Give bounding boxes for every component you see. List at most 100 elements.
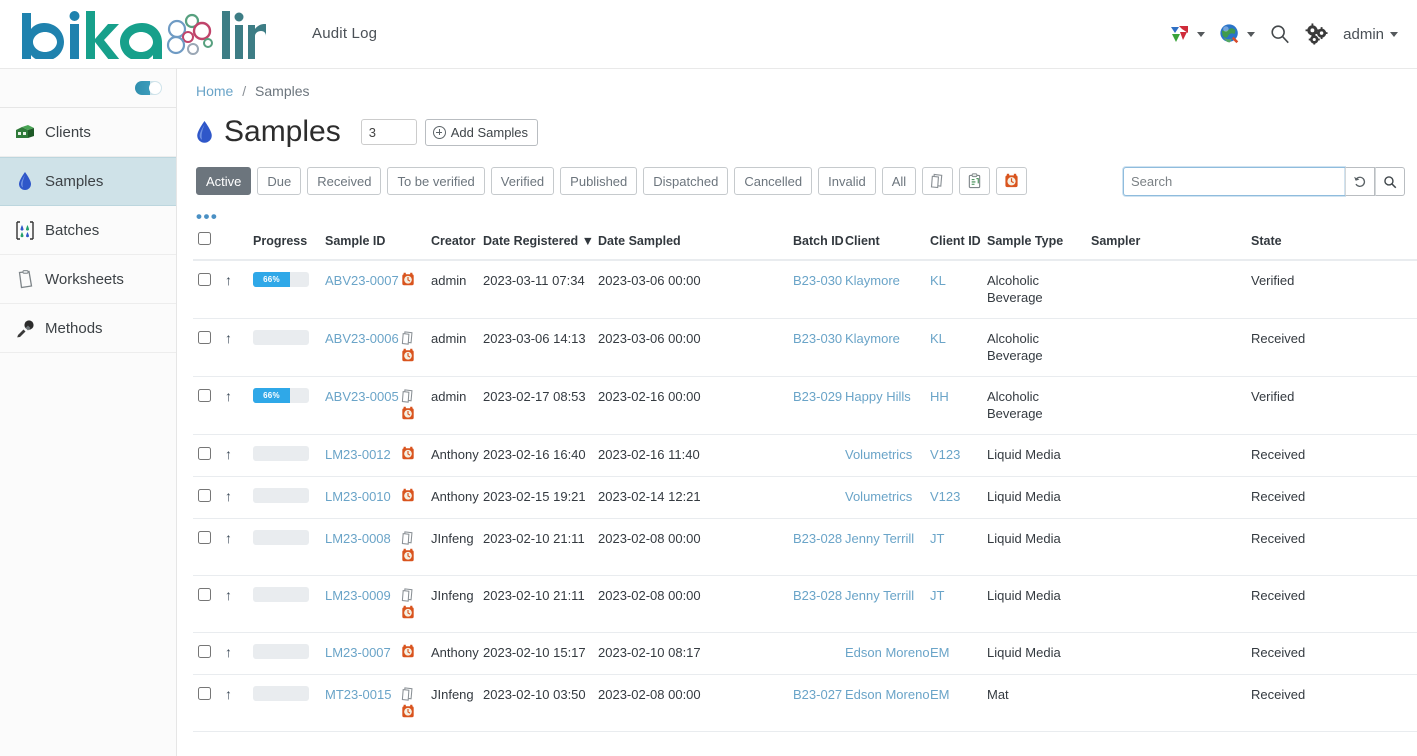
- table-row[interactable]: ↑ LM23-0007 Anthony 2023-02-10 15:17 2023-02…: [193, 632, 1417, 675]
- table-row[interactable]: ↑ 66% ABV23-0005 admin 2023-02-17 08:53 2023-…: [193, 376, 1417, 435]
- late-samples-button[interactable]: [996, 167, 1028, 195]
- column-header-sample-type[interactable]: Sample Type: [987, 231, 1091, 261]
- settings-gears-button[interactable]: [1298, 14, 1336, 54]
- row-icons-cell: [401, 518, 431, 576]
- row-select-checkbox[interactable]: [198, 389, 211, 402]
- client-link[interactable]: Volumetrics: [845, 447, 912, 462]
- row-select-checkbox[interactable]: [198, 447, 211, 460]
- clipboard-button[interactable]: [959, 167, 991, 195]
- batch-id-link[interactable]: B23-030: [793, 331, 842, 346]
- column-header-date-sampled[interactable]: Date Sampled: [598, 231, 793, 261]
- client-link[interactable]: Happy Hills: [845, 389, 911, 404]
- sidebar-item-worksheets[interactable]: Worksheets: [0, 255, 176, 304]
- client-link[interactable]: Volumetrics: [845, 489, 912, 504]
- column-header-sample-id[interactable]: Sample ID: [325, 231, 401, 261]
- sample-id-link[interactable]: LM23-0010: [325, 489, 391, 504]
- client-id-link[interactable]: EM: [930, 687, 950, 702]
- sample-id-link[interactable]: LM23-0008: [325, 531, 391, 546]
- bika-lims-logo[interactable]: [16, 5, 266, 63]
- batch-id-link[interactable]: B23-028: [793, 531, 842, 546]
- client-link[interactable]: Jenny Terrill: [845, 531, 914, 546]
- table-header-row: Progress Sample ID Creator Date Register…: [193, 231, 1417, 261]
- table-row[interactable]: ↑ LM23-0012 Anthony 2023-02-16 16:40 2023-02…: [193, 434, 1417, 477]
- search-input[interactable]: [1122, 166, 1346, 197]
- filter-tab-dispatched[interactable]: Dispatched: [643, 167, 729, 195]
- client-link[interactable]: Klaymore: [845, 273, 900, 288]
- client-id-link[interactable]: V123: [930, 447, 960, 462]
- sidebar-item-batches[interactable]: Batches: [0, 206, 176, 255]
- client-link[interactable]: Jenny Terrill: [845, 588, 914, 603]
- client-link[interactable]: Edson Moreno: [845, 687, 930, 702]
- row-select-checkbox[interactable]: [198, 273, 211, 286]
- toggle-columns-button[interactable]: •••: [196, 208, 1417, 225]
- client-id-link[interactable]: V123: [930, 489, 960, 504]
- row-select-checkbox[interactable]: [198, 531, 211, 544]
- breadcrumb-home-link[interactable]: Home: [196, 83, 233, 99]
- batch-id-link[interactable]: B23-027: [793, 687, 842, 702]
- print-copy-button[interactable]: [922, 167, 954, 195]
- filter-tab-cancelled[interactable]: Cancelled: [734, 167, 813, 195]
- row-select-checkbox[interactable]: [198, 331, 211, 344]
- filter-tab-due[interactable]: Due: [257, 167, 302, 195]
- sample-id-link[interactable]: ABV23-0006: [325, 331, 399, 346]
- add-samples-button[interactable]: Add Samples: [424, 118, 539, 146]
- filter-tab-verified[interactable]: Verified: [490, 167, 555, 195]
- client-link[interactable]: Klaymore: [845, 331, 900, 346]
- select-all-checkbox[interactable]: [198, 232, 211, 245]
- sample-id-link[interactable]: MT23-0015: [325, 687, 391, 702]
- row-select-checkbox[interactable]: [198, 645, 211, 658]
- client-id-link[interactable]: KL: [930, 331, 946, 346]
- table-row[interactable]: ↑ LM23-0010 Anthony 2023-02-15 19:21 2023-02…: [193, 476, 1417, 519]
- client-id-link[interactable]: EM: [930, 645, 950, 660]
- table-row[interactable]: ↑ MT23-0015 JInfeng 2023-02-10 03:50 2023-02…: [193, 674, 1417, 732]
- row-client-id-cell: EM: [930, 632, 987, 675]
- column-header-state[interactable]: State: [1251, 231, 1417, 261]
- audit-log-link[interactable]: Audit Log: [312, 25, 377, 42]
- column-header-creator[interactable]: Creator: [431, 231, 483, 261]
- filter-tab-all[interactable]: All: [881, 167, 917, 195]
- client-id-link[interactable]: JT: [930, 588, 944, 603]
- language-menu[interactable]: [1212, 14, 1262, 54]
- row-select-cell: [193, 318, 225, 377]
- table-row[interactable]: ↑ ABV23-0006 admin 2023-03-06 14:13 2023-03-…: [193, 318, 1417, 377]
- sample-id-link[interactable]: ABV23-0007: [325, 273, 399, 288]
- row-select-checkbox[interactable]: [198, 687, 211, 700]
- batch-id-link[interactable]: B23-030: [793, 273, 842, 288]
- row-select-checkbox[interactable]: [198, 489, 211, 502]
- sidebar-item-samples[interactable]: Samples: [0, 157, 176, 206]
- sample-id-link[interactable]: ABV23-0005: [325, 389, 399, 404]
- sample-count-input[interactable]: [360, 119, 417, 145]
- global-search-button[interactable]: [1262, 14, 1298, 54]
- filter-tab-invalid[interactable]: Invalid: [818, 167, 876, 195]
- column-header-client[interactable]: Client: [845, 231, 930, 261]
- batch-id-link[interactable]: B23-029: [793, 389, 842, 404]
- column-header-batch-id[interactable]: Batch ID: [793, 231, 845, 261]
- row-select-checkbox[interactable]: [198, 588, 211, 601]
- client-id-link[interactable]: KL: [930, 273, 946, 288]
- client-id-link[interactable]: HH: [930, 389, 949, 404]
- sync-arrows-menu[interactable]: [1162, 14, 1212, 54]
- table-row[interactable]: ↑ LM23-0008 JInfeng 2023-02-10 21:11 2023-02…: [193, 518, 1417, 576]
- client-link[interactable]: Edson Moreno: [845, 645, 930, 660]
- column-header-progress[interactable]: Progress: [253, 231, 325, 261]
- column-header-client-id[interactable]: Client ID: [930, 231, 987, 261]
- sample-id-link[interactable]: LM23-0012: [325, 447, 391, 462]
- batch-id-link[interactable]: B23-028: [793, 588, 842, 603]
- column-header-sampler[interactable]: Sampler: [1091, 231, 1251, 261]
- filter-tab-active[interactable]: Active: [196, 167, 252, 195]
- search-reset-button[interactable]: [1345, 167, 1375, 196]
- sidebar-item-clients[interactable]: Clients: [0, 108, 176, 157]
- sidebar-item-methods[interactable]: Methods: [0, 304, 176, 353]
- sidebar-collapse-toggle[interactable]: [135, 81, 162, 95]
- filter-tab-received[interactable]: Received: [307, 167, 382, 195]
- sample-id-link[interactable]: LM23-0007: [325, 645, 391, 660]
- search-submit-button[interactable]: [1375, 167, 1405, 196]
- filter-tab-to-be-verified[interactable]: To be verified: [387, 167, 485, 195]
- filter-tab-published[interactable]: Published: [560, 167, 638, 195]
- sample-id-link[interactable]: LM23-0009: [325, 588, 391, 603]
- client-id-link[interactable]: JT: [930, 531, 944, 546]
- column-header-date-registered[interactable]: Date Registered ▼: [483, 231, 598, 261]
- table-row[interactable]: ↑ LM23-0009 JInfeng 2023-02-10 21:11 2023-02…: [193, 575, 1417, 633]
- table-row[interactable]: ↑ 66% ABV23-0007 admin 2023-03-11 07:34 2023-…: [193, 260, 1417, 319]
- user-menu[interactable]: admin: [1336, 14, 1405, 54]
